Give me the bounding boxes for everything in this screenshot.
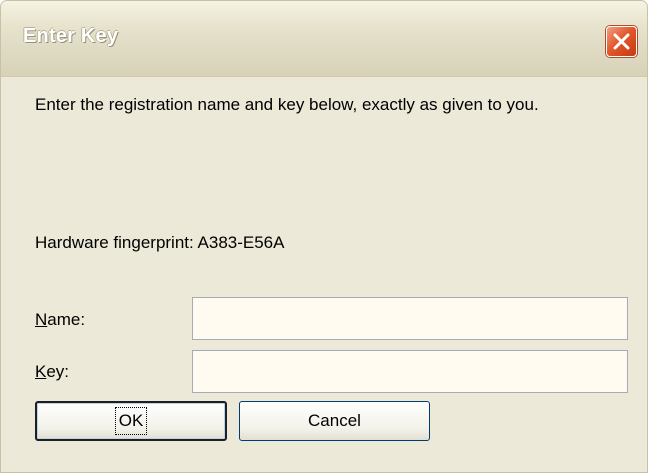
key-label: Key: [35,360,69,384]
key-label-text: ey: [46,362,70,381]
enter-key-dialog: Enter Key Enter the registration name an… [0,0,648,473]
name-label-text: ame: [47,310,86,329]
name-input[interactable] [192,297,628,340]
close-button[interactable] [606,26,637,57]
hardware-fingerprint: Hardware fingerprint: A383-E56A [35,233,285,252]
close-x-icon [613,33,630,50]
cancel-button-label: Cancel [308,411,361,430]
ok-button-label: OK [114,407,148,435]
instruction-text: Enter the registration name and key belo… [35,95,539,114]
ok-button[interactable]: OK [35,401,227,441]
title-bar[interactable]: Enter Key [1,1,647,77]
name-label-accelerator: N [35,310,48,329]
key-input[interactable] [192,350,628,393]
window-title: Enter Key [23,25,119,47]
cancel-button[interactable]: Cancel [239,401,430,441]
key-label-accelerator: K [35,362,47,381]
name-label: Name: [35,308,85,332]
